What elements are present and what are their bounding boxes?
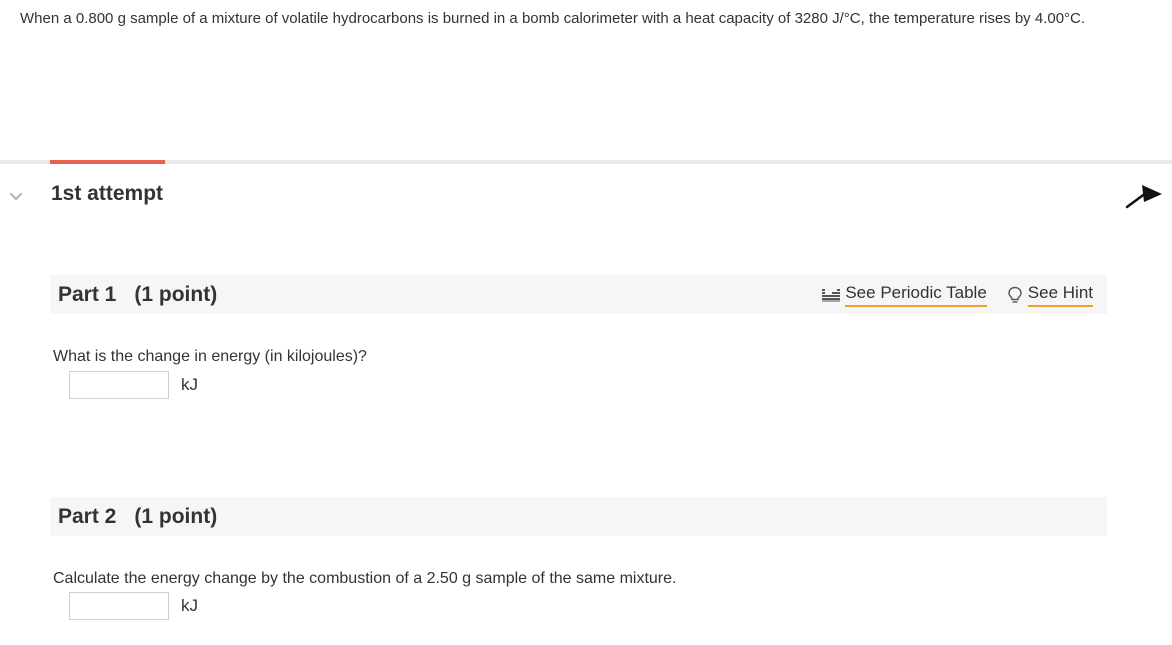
part-1-question: What is the change in energy (in kilojou… <box>53 348 367 365</box>
periodic-table-icon <box>822 288 841 301</box>
pin-icon[interactable] <box>1124 180 1164 210</box>
part-1-header: Part 1 (1 point) See Periodic Table See … <box>50 275 1107 314</box>
part-1-title: Part 1 <box>58 282 117 306</box>
attempt-progress-track <box>0 160 1172 164</box>
part-2-answer-input[interactable] <box>69 592 169 620</box>
part-1-unit: kJ <box>181 375 198 394</box>
part-1-tools: See Periodic Table See Hint <box>822 275 1093 314</box>
part-2-question: Calculate the energy change by the combu… <box>53 570 677 587</box>
part-1-answer-row: kJ <box>69 371 198 399</box>
part-2-answer-row: kJ <box>69 592 198 620</box>
see-hint-label: See Hint <box>1027 282 1093 307</box>
problem-statement: When a 0.800 g sample of a mixture of vo… <box>20 10 1086 27</box>
lightbulb-icon <box>1008 286 1022 303</box>
part-2-unit: kJ <box>181 596 198 615</box>
part-2-title: Part 2 <box>58 504 117 528</box>
attempt-progress-indicator <box>50 160 165 164</box>
part-2-points: (1 point) <box>134 504 218 528</box>
attempt-title: 1st attempt <box>51 182 164 205</box>
part-2-header: Part 2 (1 point) <box>50 497 1107 536</box>
see-periodic-table-link[interactable]: See Periodic Table <box>822 282 987 307</box>
chevron-down-icon[interactable] <box>8 188 24 204</box>
part-1-answer-input[interactable] <box>69 371 169 399</box>
part-1-points: (1 point) <box>134 282 218 306</box>
see-hint-link[interactable]: See Hint <box>1007 282 1093 307</box>
see-periodic-table-label: See Periodic Table <box>845 282 987 307</box>
